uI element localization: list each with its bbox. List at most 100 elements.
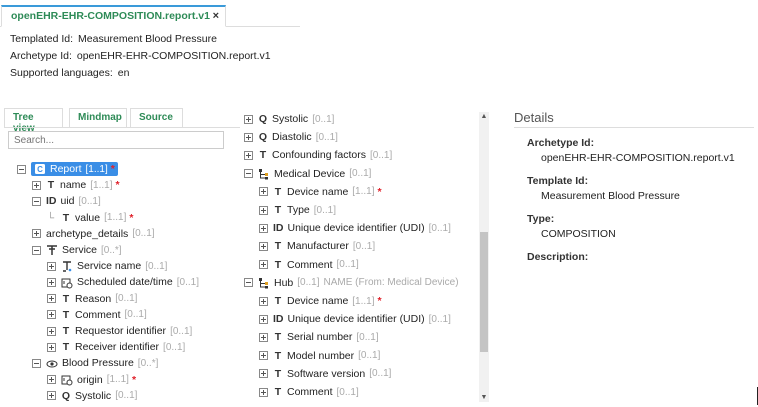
expand-icon[interactable] <box>47 261 56 271</box>
tree-row[interactable]: T Device name [1..1] * <box>259 184 382 200</box>
expand-icon[interactable] <box>47 326 56 336</box>
occurrence-label: [0..1] <box>170 325 193 337</box>
tree-row[interactable]: Scheduled date/time [0..1] <box>47 274 199 290</box>
tree-row[interactable]: C Report [1..1] * <box>17 161 118 177</box>
tab-mindmap[interactable]: Mindmap <box>69 108 127 128</box>
tree-row[interactable]: Tname [1..1] * <box>32 177 120 193</box>
tree-row[interactable]: T Manufacturer [0..1] <box>259 238 375 254</box>
tree-row[interactable]: ID Unique device identifier (UDI) [0..1] <box>259 311 451 327</box>
tree-row[interactable]: Service name [0..1] <box>47 258 167 274</box>
tree-row[interactable]: T Model number [0..1] <box>259 348 380 364</box>
details-archetype-label: Archetype Id: <box>527 137 595 149</box>
selected-node[interactable]: C Report [1..1] * <box>31 161 118 177</box>
scrollbar-thumb[interactable] <box>480 232 488 352</box>
expand-icon[interactable] <box>47 277 56 287</box>
node-name: Requestor identifier <box>75 325 167 337</box>
tree-row[interactable]: T Type [0..1] <box>259 202 336 218</box>
expand-icon[interactable] <box>259 187 268 197</box>
tree-row[interactable]: T Software version [0..1] <box>259 366 391 382</box>
languages-value: en <box>117 67 130 79</box>
node-name: Medical Device <box>274 167 346 180</box>
tree-row[interactable]: ID uid [0..1] <box>32 193 101 209</box>
archetype-id-line: Archetype Id: openEHR-EHR-COMPOSITION.rep… <box>10 50 271 62</box>
tree-row[interactable]: T Comment [0..1] <box>47 307 147 323</box>
collapse-icon[interactable] <box>244 169 253 179</box>
collapse-icon[interactable] <box>32 245 41 255</box>
cluster-icon <box>258 167 270 180</box>
expand-icon[interactable] <box>259 241 268 251</box>
node-name: origin <box>77 373 103 386</box>
expand-icon[interactable] <box>244 150 253 160</box>
expand-icon[interactable] <box>259 387 268 397</box>
tree-row[interactable]: archetype_details [0..1] <box>32 226 155 242</box>
tree-row[interactable]: T Receiver identifier [0..1] <box>47 339 185 355</box>
tree-row[interactable]: Q Systolic [0..1] <box>47 388 137 404</box>
tab-source[interactable]: Source <box>130 108 183 128</box>
expand-icon[interactable] <box>259 296 268 306</box>
expand-icon[interactable] <box>259 332 268 342</box>
occurrence-label: [0..1] <box>163 341 186 353</box>
expand-icon[interactable] <box>47 391 56 401</box>
search-input[interactable] <box>8 131 224 149</box>
text-icon: T <box>274 349 282 362</box>
collapse-icon[interactable] <box>244 278 253 288</box>
required-marker: * <box>377 185 382 198</box>
tree-row[interactable]: Service [0..*] <box>32 242 122 258</box>
tree-row[interactable]: origin [1..1] * <box>47 372 136 388</box>
tree-row[interactable]: T Serial number [0..1] <box>259 329 379 345</box>
tree-row[interactable]: T Reason [0..1] <box>47 291 137 307</box>
occurrence-label: [0..1] <box>132 228 155 240</box>
tree-row[interactable]: Hub [0..1] NAME (From: Medical Device) <box>244 275 459 291</box>
close-icon[interactable]: × <box>213 10 219 22</box>
expand-icon[interactable] <box>32 180 41 190</box>
text-icon: T <box>259 149 267 162</box>
node-name: Software version <box>287 367 366 380</box>
collapse-icon[interactable] <box>32 358 41 368</box>
tree-row[interactable]: Q Systolic [0..1] <box>244 111 334 127</box>
node-name: Device name <box>287 185 349 198</box>
expand-icon[interactable] <box>47 294 56 304</box>
expand-icon[interactable] <box>259 314 268 324</box>
tree-row[interactable]: T Comment [0..1] <box>259 384 359 400</box>
tree-row[interactable]: ID Unique device identifier (UDI) [0..1] <box>259 220 451 236</box>
tab-tree-view[interactable]: Tree view <box>4 108 63 134</box>
occurrence-label: [0..1] <box>358 350 381 362</box>
file-tab[interactable]: openEHR-EHR-COMPOSITION.report.v1 × <box>1 5 226 27</box>
scroll-up-icon[interactable]: ▲ <box>479 113 489 120</box>
tree-row[interactable]: T Requestor identifier [0..1] <box>47 323 192 339</box>
tree-row[interactable]: └ Tvalue [1..1] * <box>47 210 133 226</box>
text-icon: T <box>62 211 70 224</box>
expand-icon[interactable] <box>47 310 56 320</box>
scroll-down-icon[interactable]: ▼ <box>479 394 489 401</box>
text-icon: T <box>274 185 282 198</box>
expand-icon[interactable] <box>259 369 268 379</box>
expand-icon[interactable] <box>244 132 253 142</box>
collapse-icon[interactable] <box>17 164 26 174</box>
expand-icon[interactable] <box>47 375 56 385</box>
expand-icon[interactable] <box>259 205 268 215</box>
expand-icon[interactable] <box>259 351 268 361</box>
tree-row[interactable]: Blood Pressure [0..*] <box>32 355 158 371</box>
details-type-value: COMPOSITION <box>541 228 616 240</box>
occurrence-label: [0..*] <box>137 357 159 369</box>
tree-scrollbar[interactable]: ▲ ▼ <box>479 112 489 402</box>
expand-icon[interactable] <box>244 114 253 124</box>
tree-row[interactable]: T Confounding factors [0..1] <box>244 147 392 163</box>
id-icon: ID <box>46 195 57 208</box>
expand-icon[interactable] <box>32 229 41 239</box>
expand-icon[interactable] <box>259 223 268 233</box>
tree-row[interactable]: T Comment [0..1] <box>259 257 359 273</box>
expand-icon[interactable] <box>259 260 268 270</box>
file-tab-label: openEHR-EHR-COMPOSITION.report.v1 <box>11 10 210 22</box>
tree-row[interactable]: Q Diastolic [0..1] <box>244 129 338 145</box>
node-name: name <box>60 179 87 192</box>
occurrence-label: [1..1] <box>352 295 375 307</box>
occurrence-label: [0..1] <box>297 277 320 289</box>
node-name: uid <box>60 195 75 208</box>
expand-icon[interactable] <box>47 342 56 352</box>
tree-row[interactable]: Medical Device [0..1] <box>244 166 371 182</box>
languages-label: Supported languages: <box>10 67 113 79</box>
collapse-icon[interactable] <box>32 196 41 206</box>
occurrence-label: [0..1] <box>176 276 199 288</box>
tree-row[interactable]: T Device name [1..1] * <box>259 293 382 309</box>
